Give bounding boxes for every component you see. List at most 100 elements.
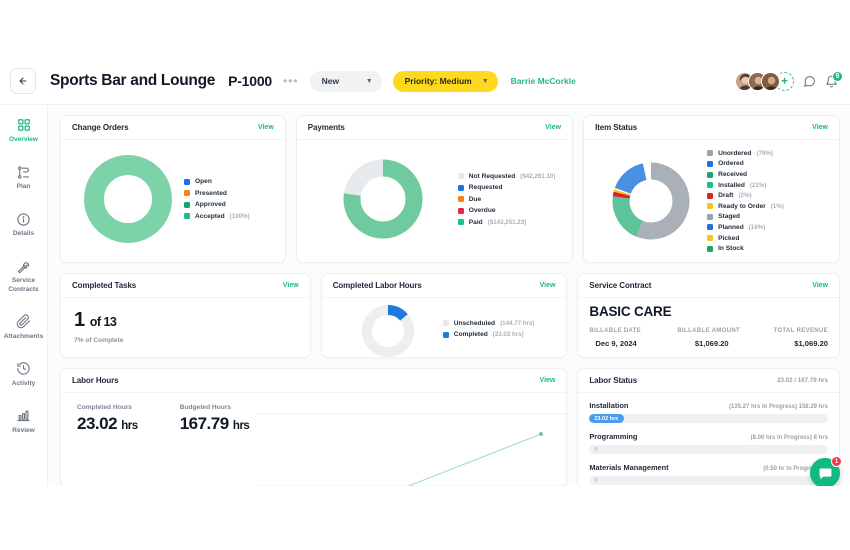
sidebar-item-attachments[interactable]: Attachments xyxy=(1,314,47,341)
avatar[interactable] xyxy=(761,72,780,91)
labor-status-row-header: Materials Management (0.50 hr In Progres… xyxy=(589,463,828,472)
labor-status-progress-fill: 23.02 hrs xyxy=(589,414,624,423)
service-contract-fields: BILLABLE DATE Dec 9, 2024 BILLABLE AMOUN… xyxy=(589,328,828,348)
grid-icon xyxy=(16,117,32,133)
legend-item: Picked xyxy=(707,235,784,242)
avatar-group[interactable]: + xyxy=(735,72,794,91)
back-button[interactable] xyxy=(10,68,36,94)
legend-swatch xyxy=(707,224,713,230)
completed-tasks-count: 1 xyxy=(74,309,85,331)
chart-legend: Unscheduled (144.77 hrs) Completed (23.0… xyxy=(443,320,535,339)
legend-label: Accepted xyxy=(195,213,225,220)
chat-bubble-icon xyxy=(818,466,833,481)
service-contract-field: BILLABLE AMOUNT $1,069.20 xyxy=(669,328,749,348)
status-dropdown[interactable]: New ▼ xyxy=(310,71,382,92)
legend-label: Unscheduled xyxy=(454,320,495,327)
legend-swatch xyxy=(184,213,190,219)
service-contract-plan: BASIC CARE xyxy=(589,304,828,319)
legend-item: Staged xyxy=(707,213,784,220)
donut-with-legend: Unscheduled (144.77 hrs) Completed (23.0… xyxy=(333,301,556,357)
card-title: Labor Status xyxy=(589,376,637,385)
field-label: BILLABLE AMOUNT xyxy=(669,328,749,334)
view-link[interactable]: View xyxy=(258,124,274,131)
sidebar-item-review[interactable]: Review xyxy=(1,408,47,435)
sidebar-item-service-contracts[interactable]: Service Contracts xyxy=(1,258,47,293)
card-header: Completed Tasks View xyxy=(61,274,310,298)
dashboard-row-2: Completed Tasks View 1 of 13 7% of Compl… xyxy=(60,273,840,358)
legend-value: (1%) xyxy=(771,203,784,210)
labor-status-row: Programming (8.00 hrs In Progress) 8 hrs… xyxy=(589,432,828,454)
view-link[interactable]: View xyxy=(540,282,556,289)
sidebar: Overview Plan Details xyxy=(0,105,48,486)
card-header: Labor Hours View xyxy=(61,369,566,393)
view-link[interactable]: View xyxy=(545,124,561,131)
view-link[interactable]: View xyxy=(283,282,299,289)
card-body: Unscheduled (144.77 hrs) Completed (23.0… xyxy=(322,298,567,358)
legend-item: Accepted (100%) xyxy=(184,213,250,220)
legend-swatch xyxy=(707,246,713,252)
app-window: Sports Bar and Lounge P-1000 ••• New ▼ P… xyxy=(0,58,850,486)
chart-legend: Unordered (76%) Ordered Received xyxy=(707,150,784,252)
view-link[interactable]: View xyxy=(540,377,556,384)
sidebar-item-activity[interactable]: Activity xyxy=(1,361,47,388)
field-value: Dec 9, 2024 xyxy=(589,339,669,348)
legend-label: Ready to Order xyxy=(718,203,766,210)
notifications-button[interactable]: 9 xyxy=(825,75,838,88)
legend-value: (16%) xyxy=(749,224,766,231)
sidebar-item-details[interactable]: Details xyxy=(1,211,47,238)
legend-label: Open xyxy=(195,178,212,185)
legend-swatch xyxy=(184,190,190,196)
sidebar-item-label: Details xyxy=(13,230,34,238)
avatar-image xyxy=(762,73,780,91)
card-completed-labor-hours: Completed Labor Hours View xyxy=(321,273,568,358)
legend-swatch xyxy=(443,332,449,338)
completed-hours-stat: Completed Hours 23.02 hrs xyxy=(77,404,138,434)
legend-item: Not Requested ($42,261.10) xyxy=(458,173,556,180)
labor-status-name: Programming xyxy=(589,432,637,441)
labor-hours-stats: Completed Hours 23.02 hrs Budgeted Hours… xyxy=(77,404,550,434)
legend-label: In Stock xyxy=(718,245,744,252)
payments-donut-chart xyxy=(308,149,458,249)
project-number: P-1000 xyxy=(228,73,272,89)
sidebar-item-label: Attachments xyxy=(4,333,43,341)
top-bar: Sports Bar and Lounge P-1000 ••• New ▼ P… xyxy=(0,58,850,105)
legend-label: Draft xyxy=(718,192,733,199)
legend-swatch xyxy=(707,214,713,220)
priority-dropdown[interactable]: Priority: Medium ▼ xyxy=(393,71,498,92)
chevron-down-icon: ▼ xyxy=(366,78,373,85)
sidebar-item-label: Service Contracts xyxy=(1,277,47,293)
labor-status-meta: (135.27 hrs In Progress) 158.29 hrs xyxy=(729,404,828,410)
chart-legend: Not Requested ($42,261.10) Requested Due xyxy=(458,173,556,226)
legend-item: Paid ($143,251.23) xyxy=(458,219,556,226)
field-label: TOTAL REVENUE xyxy=(748,328,828,334)
view-link[interactable]: View xyxy=(812,124,828,131)
legend-swatch xyxy=(707,193,713,199)
sidebar-item-overview[interactable]: Overview xyxy=(1,117,47,144)
card-title: Service Contract xyxy=(589,281,651,290)
chevron-down-icon: ▼ xyxy=(482,78,489,85)
chat-bubble-icon xyxy=(803,75,816,88)
view-link[interactable]: View xyxy=(812,282,828,289)
legend-swatch xyxy=(184,179,190,185)
labor-status-row: Materials Management (0.50 hr In Progres… xyxy=(589,463,828,485)
card-title: Completed Labor Hours xyxy=(333,281,422,290)
legend-swatch xyxy=(707,161,713,167)
budgeted-hours-stat: Budgeted Hours 167.79 hrs xyxy=(180,404,250,434)
card-service-contract: Service Contract View BASIC CARE BILLABL… xyxy=(577,273,840,358)
card-title: Change Orders xyxy=(72,123,129,132)
legend-value: (144.77 hrs) xyxy=(500,320,534,327)
legend-label: Paid xyxy=(469,219,483,226)
owner-link[interactable]: Barrie McCorkle xyxy=(511,76,576,86)
item-status-donut-chart xyxy=(595,146,707,256)
chat-launcher-button[interactable]: 1 xyxy=(810,458,840,486)
sidebar-item-plan[interactable]: Plan xyxy=(1,164,47,191)
stat-value: 23.02 hrs xyxy=(77,414,138,434)
chart-legend: Open Presented Approved xyxy=(184,178,250,220)
wrench-icon xyxy=(16,258,32,274)
messages-button[interactable] xyxy=(803,75,816,88)
more-options-button[interactable]: ••• xyxy=(283,75,299,87)
legend-label: Received xyxy=(718,171,747,178)
card-completed-tasks: Completed Tasks View 1 of 13 7% of Compl… xyxy=(60,273,311,358)
legend-item: Requested xyxy=(458,184,556,191)
dashboard-row-1: Change Orders View Open xyxy=(60,115,840,263)
